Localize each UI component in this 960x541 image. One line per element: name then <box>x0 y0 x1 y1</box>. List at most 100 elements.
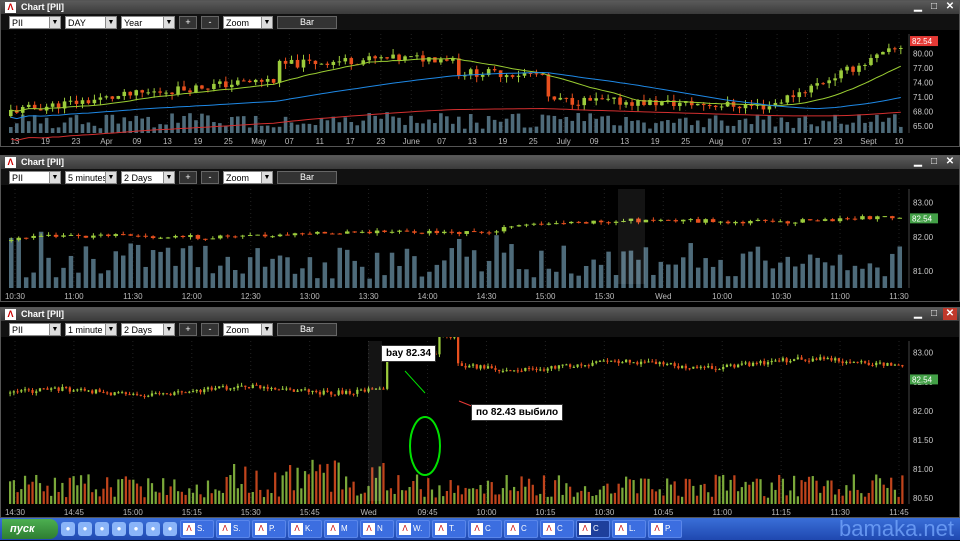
interval-select[interactable]: DAY ▼ <box>65 15 117 29</box>
candle-body <box>200 85 204 89</box>
volume-bar <box>177 491 180 504</box>
symbol-select[interactable]: PII ▼ <box>9 15 61 29</box>
taskbar-item[interactable]: Λ P. <box>648 520 682 538</box>
quicklaunch-icon[interactable]: ● <box>61 522 75 536</box>
candle-body <box>612 97 616 99</box>
panel-titlebar[interactable]: Λ Chart [PII] ▁ □ ✕ <box>1 156 959 169</box>
minimize-icon[interactable]: ▁ <box>911 308 925 320</box>
volume-bar <box>345 249 350 288</box>
close-icon[interactable]: ✕ <box>943 1 957 13</box>
y-tick-label: 74.00 <box>913 78 934 87</box>
candle-body <box>509 370 512 372</box>
zoom-in-button[interactable]: + <box>179 322 197 336</box>
taskbar-item[interactable]: Λ T. <box>432 520 466 538</box>
candle-body <box>897 217 903 219</box>
candle-body <box>345 231 350 234</box>
volume-bar <box>636 493 639 504</box>
5min-chart-canvas[interactable]: 10:30 11:00 11:30 12:00 12:30 13:00 13:30 14:00… <box>1 185 959 302</box>
candle-body <box>867 216 873 220</box>
volume-bar <box>475 489 478 504</box>
panel-title: Chart [PII] <box>21 157 65 167</box>
volume-bar <box>460 494 463 504</box>
quicklaunch-icon[interactable]: ● <box>129 522 143 536</box>
quicklaunch-icon[interactable]: ● <box>78 522 92 536</box>
volume-bar <box>367 113 371 133</box>
taskbar-item[interactable]: Λ L. <box>612 520 646 538</box>
maximize-icon[interactable]: □ <box>927 308 941 320</box>
taskbar-item[interactable]: ΛC <box>576 520 610 538</box>
zoom-in-button[interactable]: + <box>179 170 197 184</box>
zoom-select[interactable]: Zoom ▼ <box>223 15 273 29</box>
volume-bar <box>221 492 225 504</box>
quicklaunch-icon[interactable]: ● <box>95 522 109 536</box>
volume-bar <box>897 496 900 504</box>
app-icon: Λ <box>219 522 231 535</box>
volume-bar <box>564 116 569 133</box>
daily-chart-canvas[interactable]: 13 19 23 Apr 09 13 19 25 May 07 11 17 23 June 07 13 19 25… <box>1 30 959 147</box>
candle-body <box>92 99 97 104</box>
minimize-icon[interactable]: ▁ <box>911 1 925 13</box>
period-select[interactable]: Year ▼ <box>121 15 175 29</box>
period-select[interactable]: 2 Days ▼ <box>121 170 175 184</box>
volume-bar <box>819 492 822 504</box>
taskbar-item[interactable]: ΛC <box>468 520 502 538</box>
candle-body <box>778 221 783 223</box>
maximize-icon[interactable]: □ <box>927 156 941 168</box>
zoom-out-button[interactable]: - <box>201 15 219 29</box>
taskbar-item[interactable]: Λ P. <box>252 520 286 538</box>
taskbar-item[interactable]: ΛN <box>360 520 394 538</box>
volume-bar <box>852 474 855 504</box>
quicklaunch-icon[interactable]: ● <box>146 522 160 536</box>
panel-titlebar[interactable]: Λ Chart [PII] ▁ □ ✕ <box>1 1 959 14</box>
bar-mode-button[interactable]: Bar <box>277 15 337 29</box>
quicklaunch-icon[interactable]: ● <box>163 522 177 536</box>
interval-select[interactable]: 1 minute ▼ <box>65 322 117 336</box>
volume-bar <box>707 492 710 504</box>
panel-titlebar[interactable]: Λ Chart [PII] ▁ □ ✕ <box>1 308 959 321</box>
candle-body <box>427 57 431 62</box>
candle-body <box>546 368 549 371</box>
taskbar-item[interactable]: Λ K. <box>288 520 322 538</box>
x-tick-label: 10:30 <box>5 292 26 301</box>
volume-bar <box>259 489 262 504</box>
close-icon[interactable]: ✕ <box>943 308 957 320</box>
volume-bar <box>292 273 298 288</box>
symbol-select[interactable]: PII ▼ <box>9 322 61 336</box>
taskbar-item[interactable]: Λ S. <box>216 520 250 538</box>
taskbar-item[interactable]: ΛC <box>504 520 538 538</box>
period-select[interactable]: 2 Days ▼ <box>121 322 175 336</box>
candle-body <box>349 58 354 65</box>
taskbar-item[interactable]: ΛC <box>540 520 574 538</box>
bar-mode-button[interactable]: Bar <box>277 170 337 184</box>
zoom-out-button[interactable]: - <box>201 322 219 336</box>
minimize-icon[interactable]: ▁ <box>911 156 925 168</box>
candle-body <box>140 90 144 93</box>
taskbar-item[interactable]: ΛM <box>324 520 358 538</box>
taskbar-item[interactable]: Λ W. <box>396 520 430 538</box>
1min-chart-canvas[interactable]: 14:30 14:45 15:00 15:15 15:30 15:45 Wed 09:45 10… <box>1 337 959 518</box>
candle-body <box>277 60 282 83</box>
volume-bar <box>531 484 534 504</box>
maximize-icon[interactable]: □ <box>927 1 941 13</box>
volume-bar <box>761 119 766 133</box>
quicklaunch-icon[interactable]: ● <box>112 522 126 536</box>
start-button[interactable]: пуск <box>2 519 58 539</box>
zoom-out-button[interactable]: - <box>201 170 219 184</box>
interval-select[interactable]: 5 minutes ▼ <box>65 170 117 184</box>
zoom-select[interactable]: Zoom ▼ <box>223 322 273 336</box>
volume-bar <box>218 265 223 288</box>
volume-bar <box>318 464 322 504</box>
symbol-select[interactable]: PII ▼ <box>9 170 61 184</box>
candle-body <box>785 221 791 224</box>
zoom-select[interactable]: Zoom ▼ <box>223 170 273 184</box>
volume-bar <box>337 122 342 133</box>
volume-bar <box>677 495 680 504</box>
candle-body <box>352 231 357 233</box>
candle-body <box>38 235 44 237</box>
bar-mode-button[interactable]: Bar <box>277 322 337 336</box>
candle-body <box>803 92 808 94</box>
candle-body <box>767 106 772 110</box>
taskbar-item[interactable]: Λ S. <box>180 520 214 538</box>
close-icon[interactable]: ✕ <box>943 156 957 168</box>
zoom-in-button[interactable]: + <box>179 15 197 29</box>
